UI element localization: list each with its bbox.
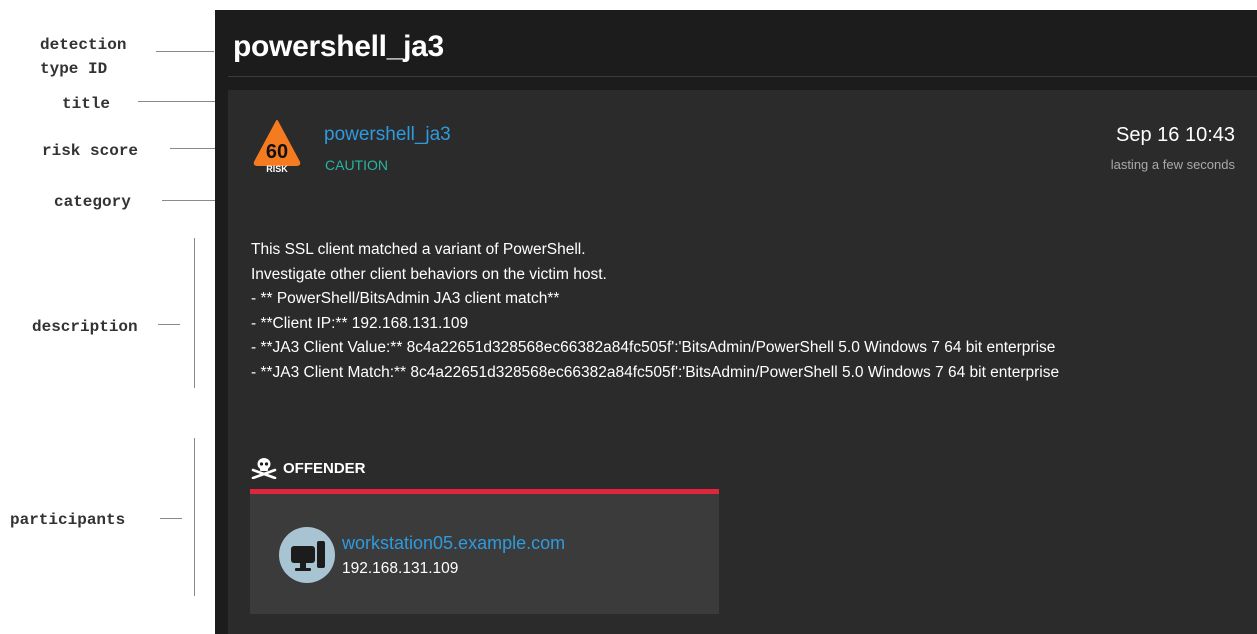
detection-time: Sep 16 10:43 (1116, 124, 1235, 146)
annotation-detection-type-id: detection type ID (40, 36, 127, 78)
description-line: This SSL client matched a variant of Pow… (251, 241, 586, 258)
description-line: - **JA3 Client Value:** 8c4a22651d328568… (251, 339, 1056, 356)
annotation-line-detection-type-id (156, 51, 214, 52)
description-line: - ** PowerShell/BitsAdmin JA3 client mat… (251, 290, 560, 307)
annotation-line-participants (160, 518, 182, 519)
desktop-computer-icon (278, 526, 336, 584)
participant-hostname-link[interactable]: workstation05.example.com (342, 533, 565, 554)
annotation-bracket-description (194, 238, 195, 388)
annotation-title: title (62, 95, 111, 113)
detection-duration: lasting a few seconds (1110, 157, 1235, 172)
detection-category: CAUTION (325, 157, 388, 173)
annotation-category: category (54, 193, 131, 211)
annotation-risk-score: risk score (42, 142, 139, 160)
skull-crossbones-icon (251, 458, 277, 479)
detection-description: This SSL client matched a variant of Pow… (251, 238, 1059, 385)
participant-role-header: OFFENDER (251, 454, 366, 482)
participant-role-label: OFFENDER (283, 459, 366, 477)
header-divider (228, 76, 1257, 77)
risk-triangle-icon: 60 (253, 120, 301, 166)
risk-score-value: 60 (266, 141, 288, 163)
annotation-line-description (158, 324, 180, 325)
detection-type-id: powershell_ja3 (233, 30, 444, 63)
risk-score-badge: 60 RISK (253, 118, 301, 180)
description-line: Investigate other client behaviors on th… (251, 265, 607, 283)
risk-label: RISK (266, 164, 288, 174)
participant-ip: 192.168.131.109 (342, 560, 459, 577)
annotation-participants: participants (10, 511, 126, 529)
description-line: - **Client IP:** 192.168.131.109 (251, 314, 469, 332)
description-line: - **JA3 Client Match:** 8c4a22651d328568… (251, 363, 1060, 381)
annotation-description: description (32, 318, 138, 336)
detection-title[interactable]: powershell_ja3 (324, 124, 451, 146)
annotation-bracket-participants (194, 438, 195, 596)
